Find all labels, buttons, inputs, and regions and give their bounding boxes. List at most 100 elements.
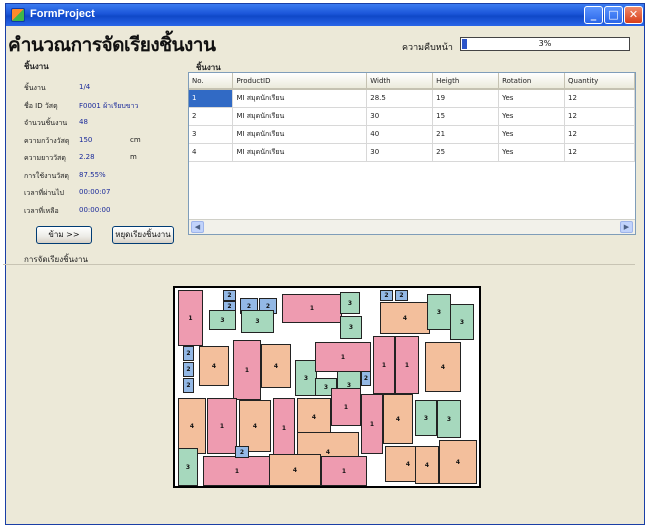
- scroll-left-icon[interactable]: ◀: [191, 221, 204, 233]
- layout-piece: 3: [415, 400, 437, 436]
- layout-piece: 4: [380, 302, 430, 334]
- layout-piece: 1: [373, 336, 395, 394]
- table-cell[interactable]: 2: [189, 107, 234, 126]
- detail-label: จำนวนชิ้นงาน: [24, 119, 68, 127]
- table-cell[interactable]: 12: [564, 125, 635, 144]
- detail-value: 2.28: [79, 153, 95, 161]
- column-header[interactable]: Rotation: [498, 73, 566, 90]
- table-row[interactable]: 4 MI สมุดนักเรียน 30 25 Yes 12: [189, 143, 635, 162]
- layout-piece: 2: [361, 370, 371, 386]
- layout-piece: 1: [233, 340, 261, 400]
- table-cell[interactable]: MI สมุดนักเรียน: [232, 89, 368, 108]
- layout-sheet: 1222233133224332224143332111441414411433…: [173, 286, 481, 488]
- minimize-button[interactable]: _: [584, 6, 603, 24]
- detail-unit: m: [130, 153, 137, 161]
- layout-piece: 2: [235, 446, 249, 458]
- layout-piece: 1: [361, 394, 383, 454]
- table-row[interactable]: 2 MI สมุดนักเรียน 30 15 Yes 12: [189, 107, 635, 126]
- layout-piece: 3: [295, 360, 317, 396]
- layout-piece: 1: [395, 336, 419, 394]
- table-cell[interactable]: 12: [564, 143, 635, 162]
- table-row[interactable]: 3 MI สมุดนักเรียน 40 21 Yes 12: [189, 125, 635, 144]
- table-cell[interactable]: 19: [432, 89, 500, 108]
- close-button[interactable]: ✕: [624, 6, 643, 24]
- table-cell[interactable]: Yes: [498, 143, 566, 162]
- layout-piece: 3: [340, 292, 360, 314]
- detail-label: ชิ้นงาน: [24, 84, 46, 92]
- next-button[interactable]: ข้าม >>: [36, 226, 92, 244]
- table-cell[interactable]: Yes: [498, 89, 566, 108]
- detail-value: 00:00:00: [79, 205, 111, 214]
- table-cell[interactable]: 28.5: [366, 89, 434, 108]
- layout-group-label: การจัดเรียงชิ้นงาน: [24, 255, 88, 264]
- layout-piece: 3: [178, 448, 198, 486]
- table-cell[interactable]: Yes: [498, 107, 566, 126]
- app-icon: [11, 8, 25, 22]
- layout-piece: 3: [450, 304, 474, 340]
- window-title: FormProject: [30, 8, 95, 20]
- detail-label: ความยาววัสดุ: [24, 154, 66, 162]
- table-cell[interactable]: 15: [432, 107, 500, 126]
- layout-piece: 4: [199, 346, 229, 386]
- layout-piece: 1: [273, 398, 295, 458]
- layout-piece: 4: [269, 454, 321, 486]
- horizontal-scrollbar[interactable]: ◀ ▶: [189, 219, 635, 234]
- detail-label: ความกว้างวัสดุ: [24, 136, 70, 145]
- table-cell[interactable]: 30: [366, 107, 434, 126]
- details-group-label: ชิ้นงาน: [24, 62, 49, 71]
- layout-piece: 4: [439, 440, 477, 484]
- layout-piece: 4: [239, 400, 271, 452]
- layout-piece: 2: [183, 346, 194, 361]
- table-cell[interactable]: MI สมุดนักเรียน: [232, 143, 368, 162]
- table-cell[interactable]: 12: [564, 89, 635, 108]
- detail-label: เวลาที่เหลือ: [24, 206, 59, 215]
- detail-label: ชื่อ ID วัสดุ: [24, 101, 58, 110]
- table-cell[interactable]: MI สมุดนักเรียน: [232, 107, 368, 126]
- column-header[interactable]: Width: [366, 73, 434, 90]
- layout-piece: 3: [241, 310, 274, 333]
- stop-button[interactable]: หยุดเรียงชิ้นงาน: [112, 226, 174, 244]
- layout-piece: 4: [261, 344, 291, 388]
- table-cell[interactable]: 3: [189, 125, 234, 144]
- detail-row: ชื่อ ID วัสดุ F0001 ผ้าเรียบขาว: [24, 101, 138, 114]
- table-cell[interactable]: 25: [432, 143, 500, 162]
- table-row[interactable]: 1 MI สมุดนักเรียน 28.5 19 Yes 12: [189, 89, 635, 108]
- table-cell[interactable]: 40: [366, 125, 434, 144]
- layout-piece: 3: [437, 400, 461, 438]
- layout-piece: 2: [395, 290, 408, 301]
- table-cell[interactable]: MI สมุดนักเรียน: [232, 125, 368, 144]
- table-cell[interactable]: Yes: [498, 125, 566, 144]
- column-header[interactable]: ProductID: [232, 73, 368, 90]
- title-bar[interactable]: FormProject _ □ ✕: [6, 4, 644, 26]
- maximize-button[interactable]: □: [604, 6, 623, 24]
- detail-value: 1/4: [79, 83, 91, 91]
- layout-piece: 4: [425, 342, 461, 392]
- detail-value: 48: [79, 118, 88, 126]
- column-header[interactable]: Heigth: [432, 73, 500, 90]
- detail-row: การใช้งานวัสดุ 87.55%: [24, 171, 106, 184]
- column-header[interactable]: Quantity: [564, 73, 635, 90]
- layout-piece: 2: [183, 378, 194, 393]
- layout-piece: 3: [209, 310, 236, 330]
- detail-unit: cm: [130, 135, 141, 144]
- layout-piece: 2: [183, 362, 194, 377]
- detail-value: 87.55%: [79, 170, 106, 179]
- page-title: คำนวณการจัดเรียงชิ้นงาน: [8, 34, 216, 56]
- product-table: No. ProductID Width Heigth Rotation Quantity …: [188, 72, 636, 235]
- layout-piece: 2: [223, 290, 236, 301]
- scroll-right-icon[interactable]: ▶: [620, 221, 633, 233]
- detail-row: เวลาที่เหลือ 00:00:00: [24, 206, 110, 219]
- layout-piece: 3: [427, 294, 451, 330]
- table-cell[interactable]: 21: [432, 125, 500, 144]
- table-cell[interactable]: 1: [189, 89, 234, 108]
- layout-piece: 1: [207, 398, 237, 454]
- layout-piece: 1: [203, 456, 271, 486]
- column-header[interactable]: No.: [189, 73, 234, 90]
- table-cell[interactable]: 30: [366, 143, 434, 162]
- detail-row: ชิ้นงาน 1/4: [24, 83, 90, 96]
- detail-row: จำนวนชิ้นงาน 48: [24, 118, 88, 131]
- table-cell[interactable]: 4: [189, 143, 234, 162]
- detail-label: การใช้งานวัสดุ: [24, 171, 69, 180]
- detail-value: F0001 ผ้าเรียบขาว: [79, 101, 139, 110]
- table-cell[interactable]: 12: [564, 107, 635, 126]
